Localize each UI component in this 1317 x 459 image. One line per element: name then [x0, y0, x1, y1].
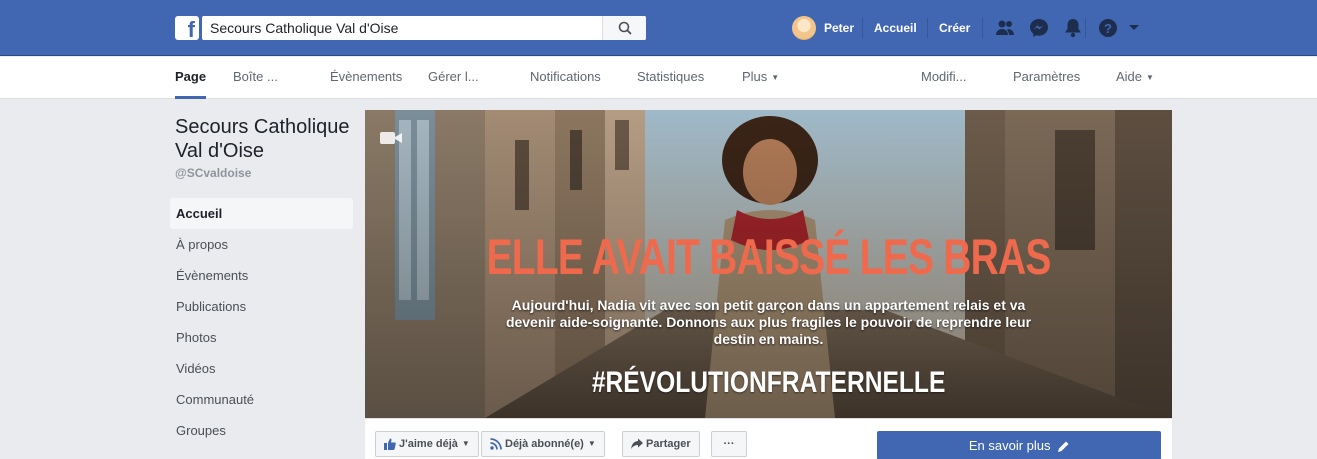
pencil-edit-icon — [1058, 441, 1069, 453]
help-icon[interactable]: ? — [1098, 18, 1118, 38]
page-username[interactable]: @SCvaldoise — [175, 166, 251, 180]
tab-help-label: Aide — [1116, 69, 1143, 84]
more-options-button[interactable]: ··· — [711, 431, 747, 457]
search-button[interactable] — [602, 16, 646, 40]
cover-headline: ELLE AVAIT BAISSÉ LES BRAS — [486, 229, 1052, 285]
follow-button[interactable]: Déjà abonné(e) ▼ — [481, 431, 605, 457]
nav-divider — [1085, 18, 1086, 38]
tab-notifications[interactable]: Notifications — [530, 57, 601, 99]
caret-down-icon: ▼ — [771, 72, 780, 82]
sidebar-item-about[interactable]: À propos — [170, 229, 353, 260]
tab-edit-page-info[interactable]: Modifi... — [921, 57, 967, 99]
notifications-bell-icon[interactable] — [1063, 18, 1083, 38]
nav-divider — [982, 18, 983, 38]
share-button[interactable]: Partager — [622, 431, 700, 457]
tab-more-label: Plus — [742, 69, 768, 84]
share-arrow-icon — [631, 438, 643, 450]
profile-name: Peter — [824, 21, 855, 35]
tab-insights[interactable]: Statistiques — [637, 57, 704, 99]
page-sidebar-nav: Accueil À propos Évènements Publications… — [170, 198, 353, 446]
search-icon — [618, 21, 632, 35]
thumbs-up-icon — [384, 438, 396, 451]
nav-divider — [927, 18, 928, 38]
friend-requests-icon[interactable] — [995, 18, 1015, 38]
like-button-label: J'aime déjà — [399, 438, 458, 450]
sidebar-item-community[interactable]: Communauté — [170, 384, 353, 415]
top-navigation-bar: f Peter Accueil Créer ? — [0, 0, 1317, 56]
cover-subtext: Aujourd'hui, Nadia vit avec son petit ga… — [505, 297, 1032, 347]
caret-down-icon: ▼ — [1146, 72, 1154, 82]
like-button[interactable]: J'aime déjà ▼ — [375, 431, 479, 457]
tab-events[interactable]: Évènements — [330, 57, 402, 99]
follow-button-label: Déjà abonné(e) — [505, 438, 584, 450]
sidebar-item-posts[interactable]: Publications — [170, 291, 353, 322]
sidebar-item-home[interactable]: Accueil — [170, 198, 353, 229]
cover-hashtag: #RÉVOLUTIONFRATERNELLE — [591, 366, 946, 399]
tab-manage[interactable]: Gérer l... — [428, 57, 479, 99]
share-button-label: Partager — [646, 438, 691, 450]
tab-more[interactable]: Plus ▼ — [742, 57, 779, 99]
caret-down-icon: ▼ — [461, 439, 470, 449]
sidebar-item-groups[interactable]: Groupes — [170, 415, 353, 446]
avatar — [792, 16, 816, 40]
search-box — [202, 16, 646, 40]
nav-divider — [862, 18, 863, 38]
page-action-bar: J'aime déjà ▼ Déjà abonné(e) ▼ Partager ··… — [365, 418, 1172, 459]
caret-down-icon: ▼ — [587, 439, 596, 449]
page-tab-bar: Page Boîte ... Évènements Gérer l... Not… — [0, 57, 1317, 99]
video-camera-icon[interactable] — [379, 130, 403, 146]
svg-text:?: ? — [1104, 21, 1112, 36]
search-input[interactable] — [202, 16, 602, 40]
profile-link[interactable]: Peter — [792, 0, 854, 56]
learn-more-label: En savoir plus — [968, 438, 1051, 453]
tab-help[interactable]: Aide ▼ — [1116, 57, 1154, 99]
tab-inbox[interactable]: Boîte ... — [233, 57, 278, 99]
tab-settings[interactable]: Paramètres — [1013, 57, 1080, 99]
home-link[interactable]: Accueil — [874, 21, 917, 35]
facebook-logo[interactable]: f — [175, 16, 199, 40]
account-menu-chevron-down-icon[interactable] — [1124, 18, 1144, 38]
sidebar-item-photos[interactable]: Photos — [170, 322, 353, 353]
sidebar-item-events[interactable]: Évènements — [170, 260, 353, 291]
messenger-icon[interactable] — [1029, 18, 1049, 38]
cover-photo[interactable]: ELLE AVAIT BAISSÉ LES BRAS Aujourd'hui, … — [365, 110, 1172, 418]
page-title[interactable]: Secours Catholique Val d'Oise — [175, 115, 360, 163]
create-link[interactable]: Créer — [939, 21, 970, 35]
learn-more-button[interactable]: En savoir plus — [877, 431, 1161, 459]
rss-follow-icon — [490, 438, 502, 450]
tab-page[interactable]: Page — [175, 57, 207, 99]
sidebar-item-videos[interactable]: Vidéos — [170, 353, 353, 384]
